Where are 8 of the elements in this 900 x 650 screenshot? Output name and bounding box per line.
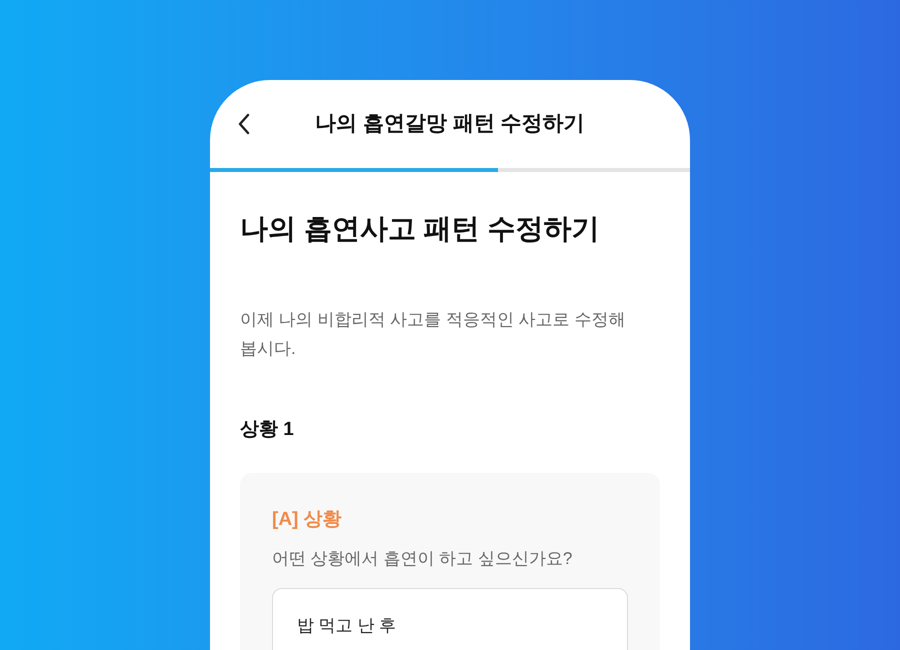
card-label: [A] 상황 [272,508,343,532]
description: 이제 나의 비합리적 사고를 적응적인 사고로 수정해봅시다. [240,309,626,360]
page-title: 나의 흡연사고 패턴 수정하기 [240,212,600,246]
card-question: 어떤 상황에서 흡연이 하고 싶으신가요? [272,548,574,570]
section-title: 상황 1 [240,418,295,442]
answer-field[interactable]: 밥 먹고 난 후 [272,588,628,650]
header-title: 나의 흡연갈망 패턴 수정하기 [314,111,586,138]
back-icon [237,113,251,135]
